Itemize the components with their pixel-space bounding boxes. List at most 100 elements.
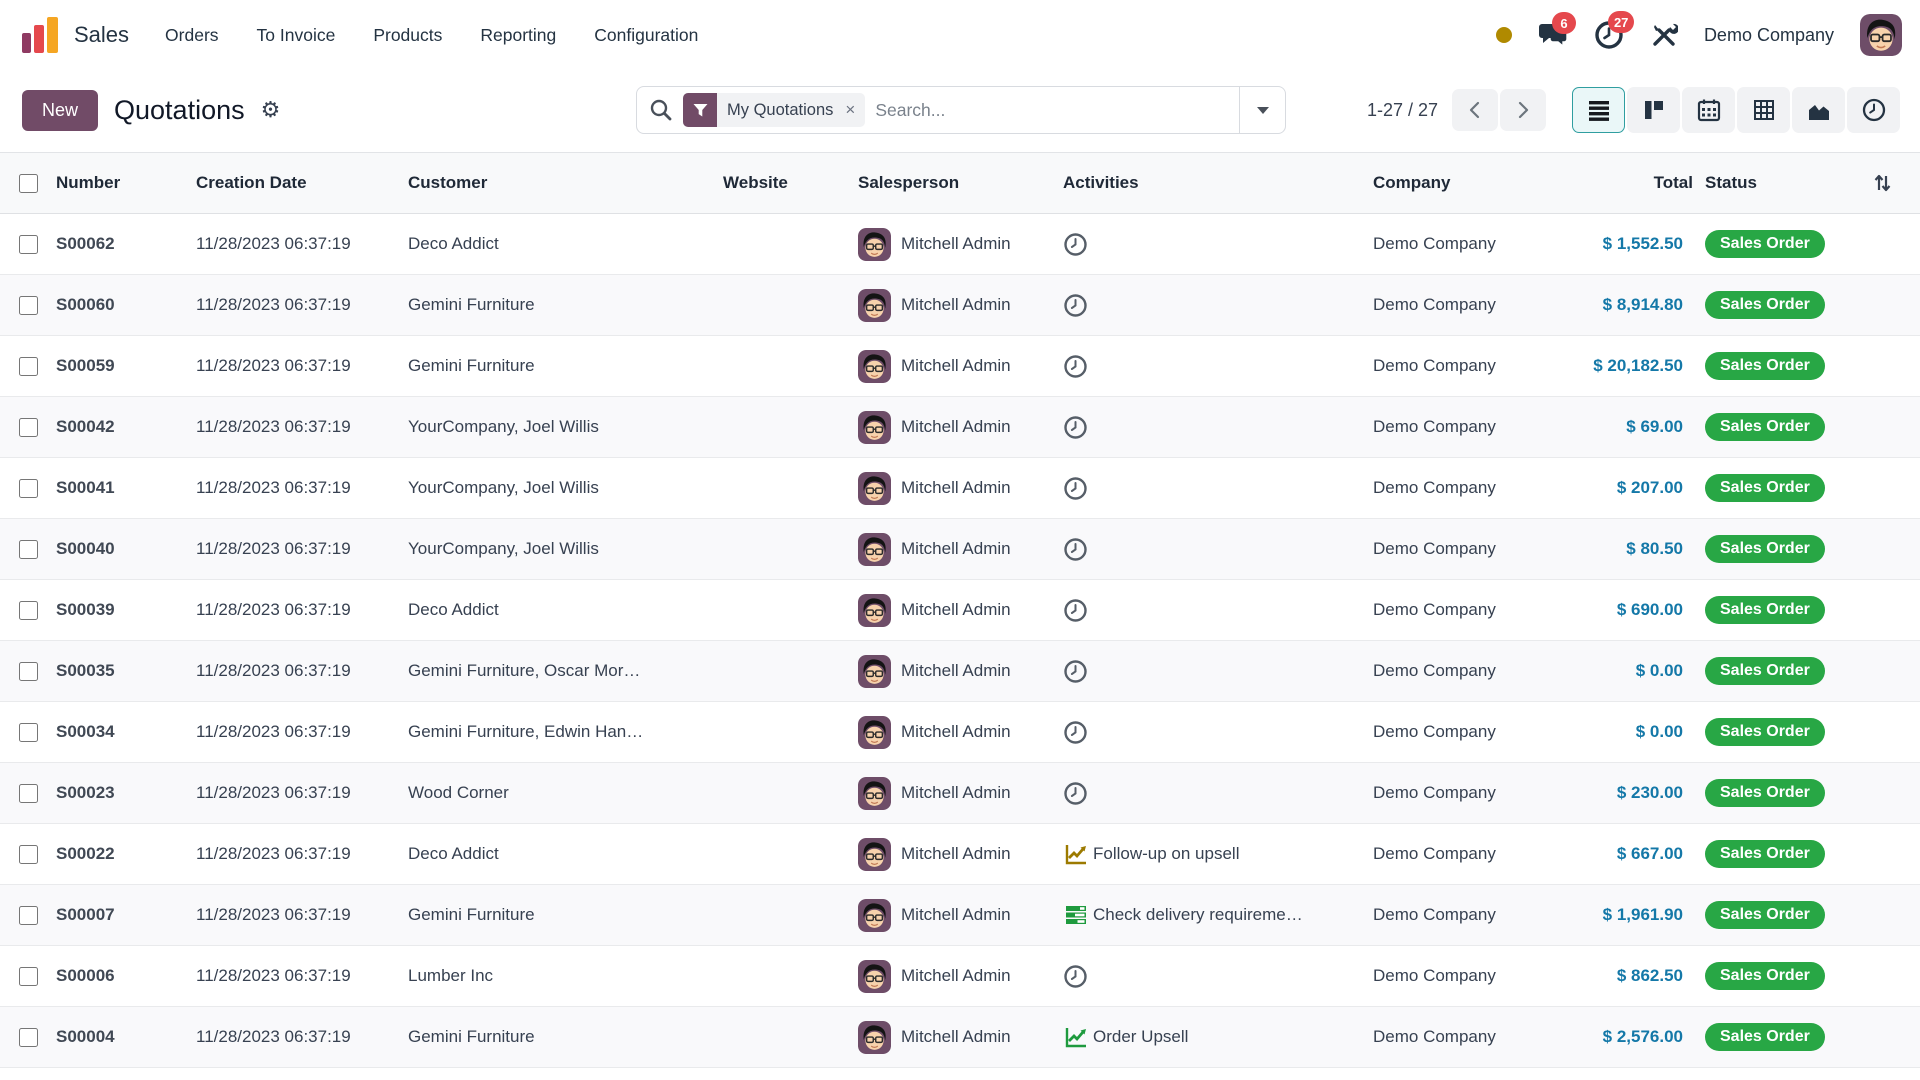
row-activity-button[interactable] — [1063, 781, 1373, 806]
row-checkbox[interactable] — [19, 662, 38, 681]
row-activity-button[interactable] — [1063, 964, 1373, 989]
table-row[interactable]: S00006 11/28/2023 06:37:19 Lumber Inc Mi… — [0, 946, 1920, 1007]
messages-button[interactable]: 6 — [1538, 21, 1568, 49]
pager-previous-button[interactable] — [1452, 89, 1498, 131]
activities-button[interactable]: 27 — [1594, 20, 1624, 50]
row-activity-button[interactable] — [1063, 476, 1373, 501]
row-activity-button[interactable] — [1063, 232, 1373, 257]
row-creation-date: 11/28/2023 06:37:19 — [196, 356, 408, 376]
row-checkbox[interactable] — [19, 479, 38, 498]
company-switcher[interactable]: Demo Company — [1704, 25, 1834, 46]
developer-tools-button[interactable] — [1650, 21, 1678, 49]
column-header-website[interactable]: Website — [723, 173, 858, 193]
row-customer: Lumber Inc — [408, 966, 723, 986]
row-activity-button[interactable] — [1063, 720, 1373, 745]
table-row[interactable]: S00062 11/28/2023 06:37:19 Deco Addict M… — [0, 214, 1920, 275]
row-activity-button[interactable] — [1063, 415, 1373, 440]
optional-columns-button[interactable] — [1843, 172, 1920, 194]
table-row[interactable]: S00060 11/28/2023 06:37:19 Gemini Furnit… — [0, 275, 1920, 336]
row-creation-date: 11/28/2023 06:37:19 — [196, 234, 408, 254]
column-header-activities[interactable]: Activities — [1063, 173, 1373, 193]
table-row[interactable]: S00035 11/28/2023 06:37:19 Gemini Furnit… — [0, 641, 1920, 702]
clock-icon — [1063, 659, 1088, 684]
row-activity-button[interactable]: Order Upsell — [1063, 1024, 1373, 1050]
row-checkbox[interactable] — [19, 601, 38, 620]
row-activity-button[interactable] — [1063, 293, 1373, 318]
salesperson-name: Mitchell Admin — [901, 783, 1011, 803]
row-activity-button[interactable] — [1063, 354, 1373, 379]
salesperson-avatar — [858, 838, 891, 871]
select-all-checkbox[interactable] — [19, 174, 38, 193]
search-options-toggle[interactable] — [1239, 87, 1285, 133]
column-header-number[interactable]: Number — [56, 173, 196, 193]
pivot-view-icon — [1751, 97, 1777, 123]
menu-reporting[interactable]: Reporting — [480, 25, 556, 46]
row-checkbox[interactable] — [19, 1028, 38, 1047]
actions-gear-icon[interactable]: ⚙ — [261, 99, 281, 121]
row-total: $ 8,914.80 — [1528, 295, 1693, 315]
row-activity-button[interactable] — [1063, 659, 1373, 684]
row-company: Demo Company — [1373, 539, 1528, 559]
column-header-status[interactable]: Status — [1693, 173, 1843, 193]
row-total: $ 1,961.90 — [1528, 905, 1693, 925]
search-bar[interactable]: My Quotations × — [636, 86, 1286, 134]
table-row[interactable]: S00040 11/28/2023 06:37:19 YourCompany, … — [0, 519, 1920, 580]
row-checkbox[interactable] — [19, 845, 38, 864]
row-checkbox[interactable] — [19, 723, 38, 742]
row-activity-button[interactable]: Check delivery requireme… — [1063, 902, 1373, 928]
menu-to-invoice[interactable]: To Invoice — [257, 25, 336, 46]
salesperson-name: Mitchell Admin — [901, 722, 1011, 742]
table-row[interactable]: S00004 11/28/2023 06:37:19 Gemini Furnit… — [0, 1007, 1920, 1068]
row-salesperson: Mitchell Admin — [858, 350, 1063, 383]
table-row[interactable]: S00039 11/28/2023 06:37:19 Deco Addict M… — [0, 580, 1920, 641]
menu-orders[interactable]: Orders — [165, 25, 218, 46]
row-activity-button[interactable] — [1063, 598, 1373, 623]
row-checkbox[interactable] — [19, 540, 38, 559]
row-activity-button[interactable] — [1063, 537, 1373, 562]
column-header-creation-date[interactable]: Creation Date — [196, 173, 408, 193]
table-row[interactable]: S00007 11/28/2023 06:37:19 Gemini Furnit… — [0, 885, 1920, 946]
column-header-customer[interactable]: Customer — [408, 173, 723, 193]
search-facet-my-quotations[interactable]: My Quotations × — [683, 93, 865, 127]
row-checkbox[interactable] — [19, 906, 38, 925]
table-row[interactable]: S00022 11/28/2023 06:37:19 Deco Addict M… — [0, 824, 1920, 885]
view-graph-button[interactable] — [1792, 87, 1845, 133]
column-header-total[interactable]: Total — [1528, 173, 1693, 193]
row-checkbox[interactable] — [19, 967, 38, 986]
app-menu-sales[interactable]: Sales — [74, 22, 129, 48]
row-checkbox[interactable] — [19, 784, 38, 803]
activity-label: Order Upsell — [1093, 1027, 1188, 1047]
row-checkbox[interactable] — [19, 296, 38, 315]
row-total: $ 0.00 — [1528, 722, 1693, 742]
pager-range: 1-27 / 27 — [1367, 100, 1438, 121]
pager-next-button[interactable] — [1500, 89, 1546, 131]
column-header-company[interactable]: Company — [1373, 173, 1528, 193]
search-input[interactable] — [875, 100, 1227, 121]
row-status: Sales Order — [1693, 474, 1843, 502]
user-avatar[interactable] — [1860, 14, 1902, 56]
view-calendar-button[interactable] — [1682, 87, 1735, 133]
row-total: $ 862.50 — [1528, 966, 1693, 986]
facet-remove-icon[interactable]: × — [843, 100, 865, 120]
menu-configuration[interactable]: Configuration — [594, 25, 698, 46]
row-company: Demo Company — [1373, 844, 1528, 864]
column-header-salesperson[interactable]: Salesperson — [858, 173, 1063, 193]
menu-products[interactable]: Products — [373, 25, 442, 46]
search-icon — [649, 98, 673, 122]
new-button[interactable]: New — [22, 90, 98, 131]
row-activity-button[interactable]: Follow-up on upsell — [1063, 841, 1373, 867]
view-activity-button[interactable] — [1847, 87, 1900, 133]
row-checkbox[interactable] — [19, 357, 38, 376]
table-row[interactable]: S00042 11/28/2023 06:37:19 YourCompany, … — [0, 397, 1920, 458]
row-checkbox[interactable] — [19, 418, 38, 437]
view-kanban-button[interactable] — [1627, 87, 1680, 133]
table-row[interactable]: S00034 11/28/2023 06:37:19 Gemini Furnit… — [0, 702, 1920, 763]
table-row[interactable]: S00059 11/28/2023 06:37:19 Gemini Furnit… — [0, 336, 1920, 397]
row-creation-date: 11/28/2023 06:37:19 — [196, 1027, 408, 1047]
table-row[interactable]: S00041 11/28/2023 06:37:19 YourCompany, … — [0, 458, 1920, 519]
table-row[interactable]: S00023 11/28/2023 06:37:19 Wood Corner M… — [0, 763, 1920, 824]
view-pivot-button[interactable] — [1737, 87, 1790, 133]
row-total: $ 1,552.50 — [1528, 234, 1693, 254]
row-checkbox[interactable] — [19, 235, 38, 254]
view-list-button[interactable] — [1572, 87, 1625, 133]
